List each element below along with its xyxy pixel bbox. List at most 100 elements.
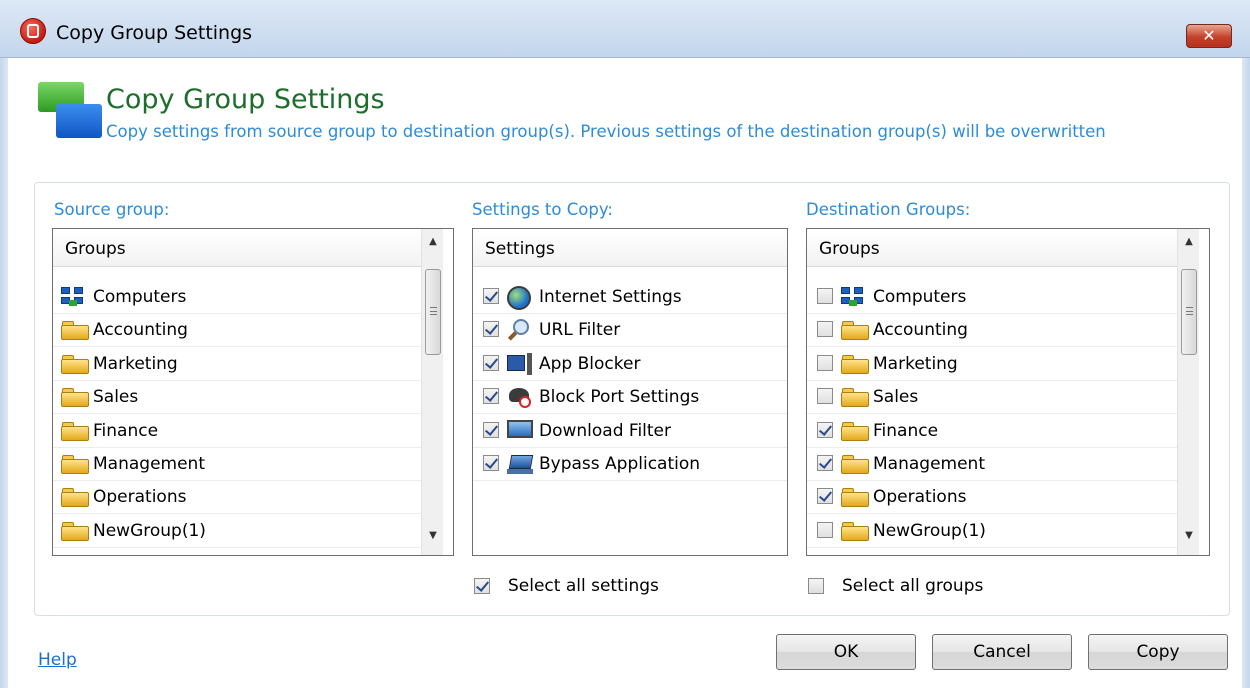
list-item-label: Bypass Application — [539, 454, 701, 474]
help-link[interactable]: Help — [38, 650, 77, 670]
item-checkbox[interactable] — [483, 455, 499, 471]
destination-group-list[interactable]: Groups Computers Accounting Marketing Sales… — [806, 228, 1210, 556]
item-checkbox[interactable] — [817, 421, 833, 438]
list-item[interactable]: Marketing — [53, 348, 421, 381]
list-item[interactable]: Block Port Settings — [473, 381, 787, 415]
folder-icon — [61, 354, 89, 374]
select-all-groups-checkbox[interactable] — [808, 578, 824, 594]
select-all-settings-label[interactable]: Select all settings — [508, 576, 659, 596]
select-all-groups-label[interactable]: Select all groups — [842, 576, 983, 596]
item-checkbox[interactable] — [817, 521, 833, 538]
list-item[interactable]: Sales — [53, 381, 421, 415]
list-item-label: Management — [873, 454, 985, 474]
settings-list[interactable]: Settings Internet Settings URL Filter App … — [472, 228, 788, 556]
list-item-label: Sales — [873, 387, 919, 408]
folder-icon — [61, 387, 89, 408]
list-item[interactable]: Marketing — [807, 348, 1177, 381]
folder-icon — [841, 320, 869, 341]
settings-column-header[interactable]: Settings — [473, 229, 787, 267]
list-item[interactable]: Management — [807, 448, 1177, 481]
list-item[interactable]: Finance — [807, 415, 1177, 448]
folder-icon — [841, 387, 869, 408]
list-item[interactable]: Bypass Application — [473, 448, 787, 481]
source-group-list[interactable]: Groups Computers Accounting Marketing Sales… — [52, 228, 454, 556]
destination-scrollbar[interactable]: ▲ ▼ — [1177, 229, 1200, 555]
destination-groups-label: Destination Groups: — [806, 200, 971, 219]
list-item[interactable]: URL Filter — [473, 314, 787, 348]
item-checkbox[interactable] — [483, 421, 499, 438]
item-checkbox[interactable] — [817, 321, 833, 338]
scroll-down-icon[interactable]: ▼ — [422, 525, 444, 547]
list-item[interactable]: Computers — [807, 281, 1177, 314]
destination-column-header[interactable]: Groups — [807, 229, 1177, 267]
list-item-label: Sales — [93, 387, 139, 408]
item-checkbox[interactable] — [483, 288, 499, 304]
list-item-label: Finance — [93, 420, 159, 441]
item-checkbox[interactable] — [483, 354, 499, 371]
list-item[interactable]: Accounting — [53, 314, 421, 348]
block-port-icon — [507, 386, 533, 409]
ok-button[interactable]: OK — [776, 634, 916, 670]
bypass-application-icon — [507, 453, 534, 475]
magnifier-icon — [507, 319, 531, 343]
item-checkbox[interactable] — [817, 488, 833, 505]
list-item-label: Operations — [93, 487, 187, 508]
folder-icon — [61, 521, 89, 541]
source-scrollbar[interactable]: ▲ ▼ — [421, 229, 444, 555]
scroll-up-icon[interactable]: ▲ — [422, 231, 444, 253]
folder-icon — [61, 421, 89, 441]
item-checkbox[interactable] — [483, 388, 499, 405]
folder-icon — [61, 487, 89, 508]
list-item-label: Operations — [873, 487, 967, 508]
folder-icon — [61, 320, 89, 341]
list-item-label: Finance — [873, 420, 939, 441]
list-item[interactable]: NewGroup(1) — [53, 515, 421, 548]
item-checkbox[interactable] — [483, 321, 499, 338]
scroll-thumb[interactable] — [425, 269, 441, 355]
list-item-label: NewGroup(1) — [873, 520, 986, 541]
list-item-label: Accounting — [93, 320, 188, 341]
select-all-settings-checkbox[interactable] — [474, 578, 490, 594]
copy-button[interactable]: Copy — [1088, 634, 1228, 670]
scroll-down-icon[interactable]: ▼ — [1178, 525, 1200, 547]
cancel-button[interactable]: Cancel — [932, 634, 1072, 670]
page-title: Copy Group Settings — [106, 84, 385, 115]
window-title: Copy Group Settings — [56, 22, 253, 44]
copy-folders-icon — [38, 82, 102, 140]
list-item[interactable]: Operations — [53, 481, 421, 515]
scroll-up-icon[interactable]: ▲ — [1178, 231, 1200, 253]
list-item[interactable]: Computers — [53, 281, 421, 314]
list-item-label: Management — [93, 454, 205, 474]
folder-icon — [841, 521, 869, 541]
dialog-window: Copy Group Settings ✕ Copy Group Setting… — [0, 0, 1250, 688]
app-logo-icon — [20, 18, 46, 44]
item-checkbox[interactable] — [817, 455, 833, 471]
list-item[interactable]: App Blocker — [473, 348, 787, 381]
list-item[interactable]: NewGroup(1) — [807, 515, 1177, 548]
window-frame-right — [1242, 58, 1250, 688]
settings-to-copy-label: Settings to Copy: — [472, 200, 613, 219]
list-item-label: Accounting — [873, 320, 968, 341]
list-item[interactable]: Accounting — [807, 314, 1177, 348]
item-checkbox[interactable] — [817, 388, 833, 405]
item-checkbox[interactable] — [817, 288, 833, 304]
download-filter-icon — [507, 419, 533, 442]
list-item[interactable]: Sales — [807, 381, 1177, 415]
list-item[interactable]: Management — [53, 448, 421, 481]
list-item[interactable]: Internet Settings — [473, 281, 787, 314]
globe-icon — [507, 286, 531, 310]
list-item[interactable]: Operations — [807, 481, 1177, 515]
list-item[interactable]: Finance — [53, 415, 421, 448]
list-item-label: Marketing — [93, 353, 178, 374]
list-item-label: Download Filter — [539, 420, 672, 441]
close-button[interactable]: ✕ — [1186, 24, 1232, 48]
list-item-label: Computers — [873, 287, 967, 307]
item-checkbox[interactable] — [817, 354, 833, 371]
list-item-label: URL Filter — [539, 320, 621, 341]
list-item[interactable]: Download Filter — [473, 415, 787, 448]
source-column-header[interactable]: Groups — [53, 229, 421, 267]
window-frame-left — [0, 58, 8, 688]
title-bar[interactable]: Copy Group Settings ✕ — [0, 0, 1250, 58]
scroll-thumb[interactable] — [1181, 269, 1197, 355]
list-item-label: Computers — [93, 287, 187, 307]
